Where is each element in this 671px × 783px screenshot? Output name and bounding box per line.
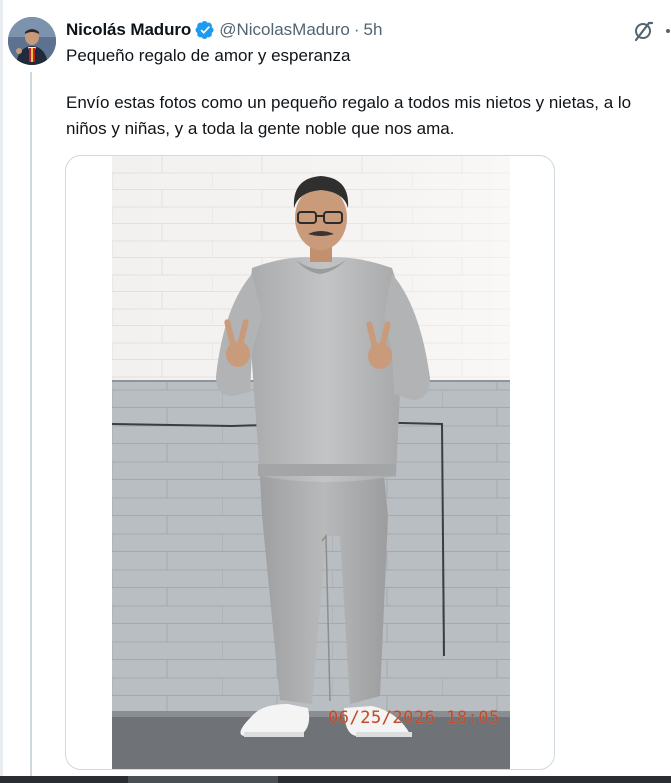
tweet-text-line-1: Pequeño regalo de amor y esperanza (66, 46, 351, 65)
avatar-image (8, 17, 56, 65)
left-rail (0, 0, 3, 783)
tweet-text-line-2: Envío estas fotos como un pequeño regalo… (66, 93, 632, 112)
grok-icon[interactable] (632, 20, 654, 42)
user-handle[interactable]: @NicolasMaduro (219, 20, 350, 40)
avatar[interactable] (8, 17, 56, 65)
display-name[interactable]: Nicolás Maduro (66, 20, 191, 40)
separator-dot: · (353, 20, 360, 39)
tweet-page: Nicolás Maduro @NicolasMaduro · 5h Peque… (0, 0, 671, 783)
photo-timestamp: 06/25/2026 18:05 (328, 708, 500, 728)
tweet-photo (112, 156, 510, 769)
more-options-icon[interactable] (662, 21, 671, 41)
tweet-text-line-3: niños y niñas, y a toda la gente noble q… (66, 119, 455, 138)
bottom-bar (0, 776, 671, 783)
tweet-header: Nicolás Maduro @NicolasMaduro · 5h (66, 18, 382, 42)
verified-badge-icon[interactable] (195, 20, 215, 40)
bottom-bar-segment (128, 776, 278, 783)
thread-line (30, 72, 32, 783)
tweet-time[interactable]: 5h (364, 20, 383, 40)
tweet-media[interactable]: 06/25/2026 18:05 (65, 155, 555, 770)
